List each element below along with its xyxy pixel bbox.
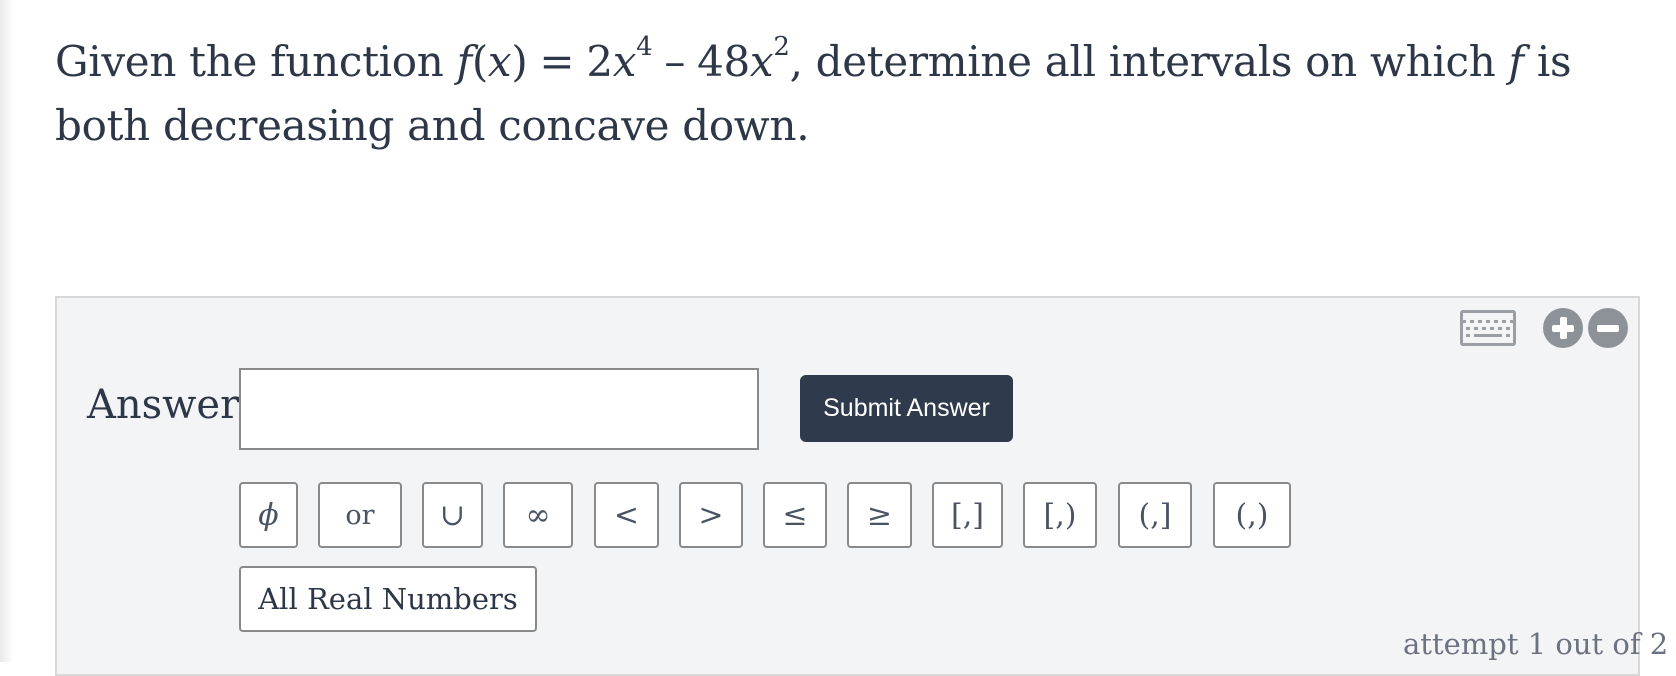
closed-interval-button[interactable]: [,] [932,482,1003,548]
plus-circle-icon[interactable] [1543,308,1583,348]
answer-input[interactable] [239,368,759,450]
greater-than-button[interactable]: > [679,482,743,548]
open-closed-interval-button[interactable]: (,] [1118,482,1192,548]
empty-set-button[interactable]: ϕ [239,482,298,548]
fn-name: f [456,37,473,86]
keyboard-keys-row-3 [1466,333,1510,337]
question-prefix: Given the function [55,37,444,86]
question-text: Given the function f(x) = 2x4–48x2, determ… [55,30,1655,158]
variable-2: x [749,37,774,86]
closed-open-interval-button[interactable]: [,) [1023,482,1097,548]
fn-close-paren: ) [511,37,528,86]
equals-sign: = [539,37,575,86]
minus-sign: – [664,37,686,86]
less-equal-button[interactable]: ≤ [763,482,827,548]
keyboard-keys-row-1 [1462,319,1514,323]
fn-reference: f [1508,37,1525,86]
attempt-counter: attempt 1 out of 2 [1403,627,1669,661]
variable-1: x [612,37,637,86]
infinity-button[interactable]: ∞ [503,482,573,548]
less-than-button[interactable]: < [594,482,659,548]
exponent-2: 2 [773,32,790,62]
function-expression: f(x) = 2x4–48x2 [456,34,790,86]
fn-open-paren: ( [471,37,488,86]
left-edge-shadow [0,0,14,662]
coefficient-1: 2 [586,37,613,86]
keyboard-icon[interactable] [1460,310,1516,346]
or-button[interactable]: or [318,482,402,548]
minus-circle-icon[interactable] [1588,308,1628,348]
fn-variable: x [487,37,512,86]
submit-answer-button[interactable]: Submit Answer [800,375,1013,442]
open-interval-button[interactable]: (,) [1213,482,1291,548]
coefficient-2: 48 [697,37,750,86]
keyboard-keys-row-2 [1466,326,1510,330]
greater-equal-button[interactable]: ≥ [847,482,912,548]
answer-label: Answer: [87,382,253,428]
question-middle: , determine all intervals on which [789,37,1496,86]
exponent-1: 4 [636,32,653,62]
union-button[interactable]: ∪ [422,482,483,548]
all-real-numbers-button[interactable]: All Real Numbers [239,566,537,632]
